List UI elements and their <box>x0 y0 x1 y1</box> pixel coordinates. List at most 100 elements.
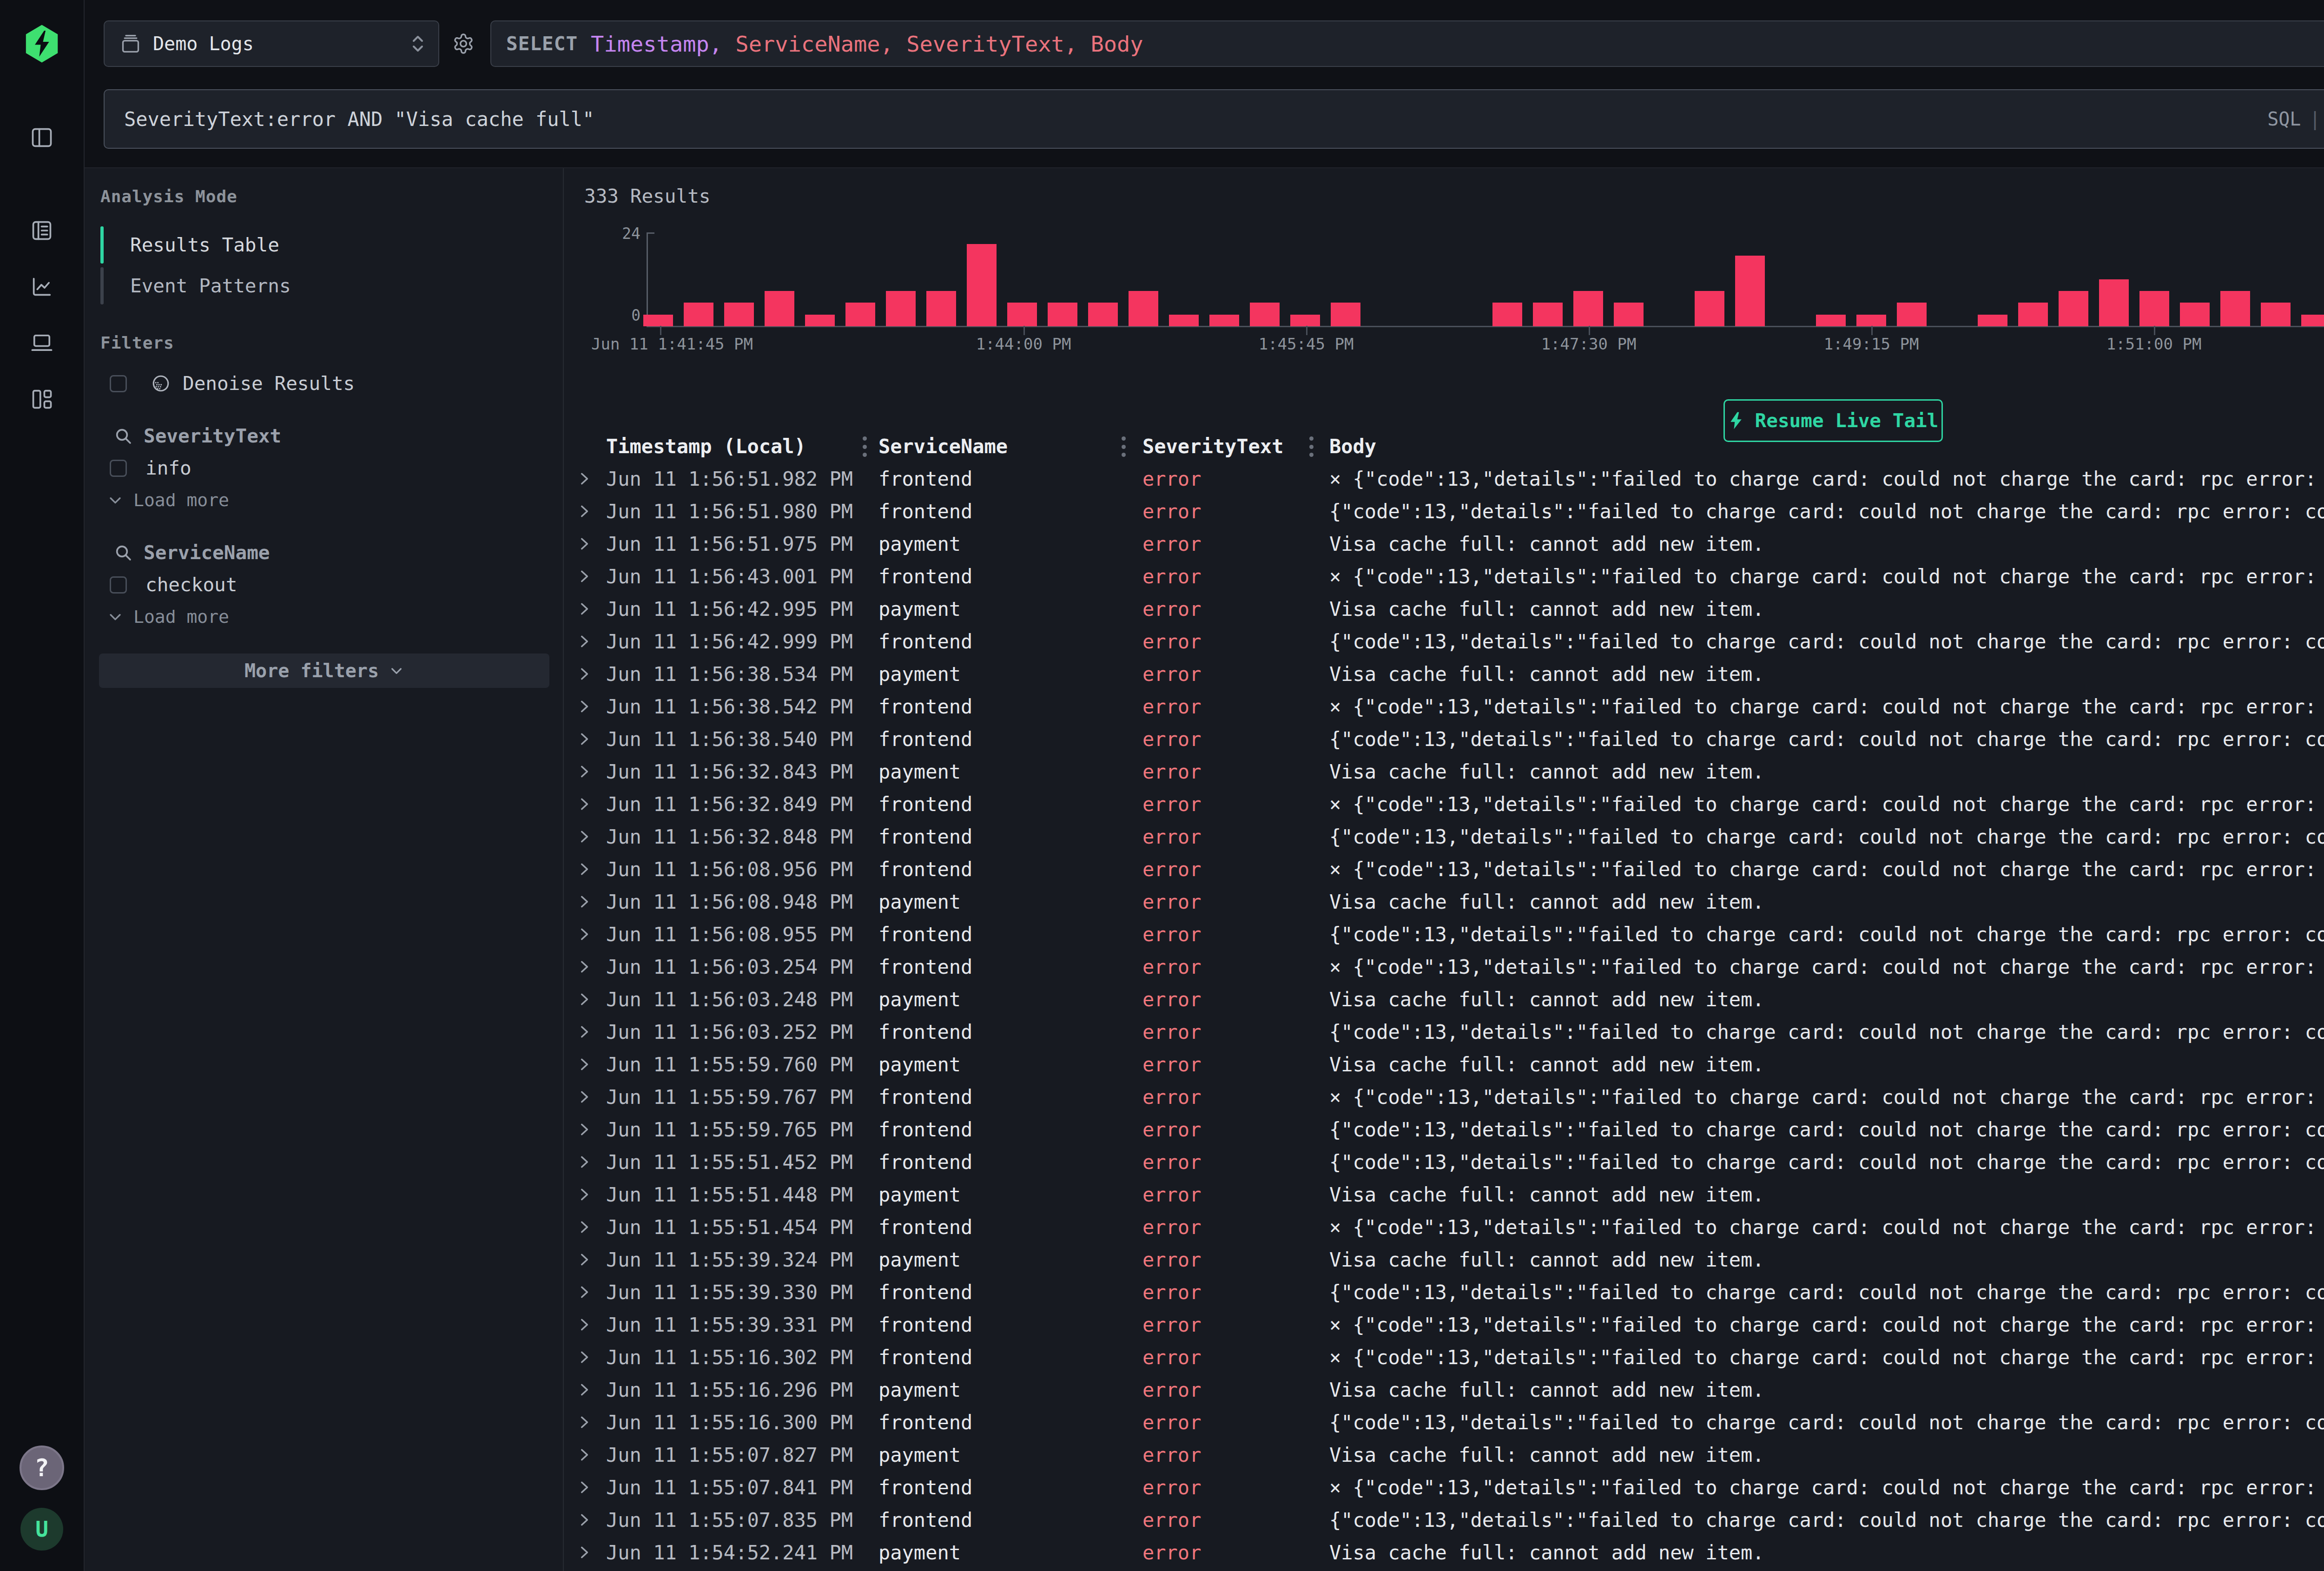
histogram-bar[interactable] <box>886 291 916 326</box>
sidebar-toggle-icon[interactable] <box>30 125 54 150</box>
column-resize-handle[interactable] <box>1121 436 1126 457</box>
column-header-body[interactable]: Body <box>1329 430 1376 462</box>
row-expand-chevron-icon[interactable] <box>578 1471 590 1504</box>
select-columns-input[interactable]: SELECT Timestamp, ServiceName, SeverityT… <box>490 20 2324 67</box>
row-expand-chevron-icon[interactable] <box>578 1113 590 1146</box>
row-expand-chevron-icon[interactable] <box>578 1341 590 1373</box>
row-expand-chevron-icon[interactable] <box>578 820 590 853</box>
histogram-bar[interactable] <box>2301 315 2324 326</box>
table-row[interactable]: Jun 11 1:56:43.001 PMfrontenderror× {"co… <box>565 560 2324 593</box>
nav-dashboards-icon[interactable] <box>30 387 54 411</box>
histogram-bar[interactable] <box>1573 291 1603 326</box>
row-expand-chevron-icon[interactable] <box>578 723 590 755</box>
row-expand-chevron-icon[interactable] <box>578 690 590 723</box>
table-row[interactable]: Jun 11 1:55:59.765 PMfrontenderror{"code… <box>565 1113 2324 1146</box>
histogram-bar[interactable] <box>1978 315 2007 326</box>
histogram-bar[interactable] <box>967 244 997 326</box>
histogram-bar[interactable] <box>2261 303 2291 326</box>
histogram-bar[interactable] <box>1290 315 1320 326</box>
table-row[interactable]: Jun 11 1:56:51.980 PMfrontenderror{"code… <box>565 495 2324 528</box>
table-row[interactable]: Jun 11 1:55:39.324 PMpaymenterrorVisa ca… <box>565 1243 2324 1276</box>
language-sql-toggle[interactable]: SQL <box>2267 108 2301 130</box>
table-row[interactable]: Jun 11 1:56:38.540 PMfrontenderror{"code… <box>565 723 2324 755</box>
row-expand-chevron-icon[interactable] <box>578 1504 590 1536</box>
table-row[interactable]: Jun 11 1:55:51.452 PMfrontenderror{"code… <box>565 1146 2324 1178</box>
row-expand-chevron-icon[interactable] <box>578 1243 590 1276</box>
histogram-bar[interactable] <box>2059 291 2088 326</box>
analysis-mode-item[interactable]: Event Patterns <box>100 267 535 304</box>
table-row[interactable]: Jun 11 1:56:42.999 PMfrontenderror{"code… <box>565 625 2324 658</box>
filter-option-checkbox[interactable] <box>110 576 127 594</box>
table-row[interactable]: Jun 11 1:56:51.975 PMpaymenterrorVisa ca… <box>565 528 2324 560</box>
column-header-severitytext[interactable]: SeverityText <box>1142 430 1283 462</box>
table-row[interactable]: Jun 11 1:56:38.542 PMfrontenderror× {"co… <box>565 690 2324 723</box>
histogram-bar[interactable] <box>1209 315 1239 326</box>
table-row[interactable]: Jun 11 1:55:39.331 PMfrontenderror× {"co… <box>565 1308 2324 1341</box>
row-expand-chevron-icon[interactable] <box>578 853 590 885</box>
histogram-bar[interactable] <box>926 291 956 326</box>
source-settings-button[interactable] <box>452 33 475 55</box>
table-row[interactable]: Jun 11 1:56:32.848 PMfrontenderror{"code… <box>565 820 2324 853</box>
row-expand-chevron-icon[interactable] <box>578 1308 590 1341</box>
row-expand-chevron-icon[interactable] <box>578 983 590 1016</box>
histogram-bar[interactable] <box>1088 303 1118 326</box>
table-row[interactable]: Jun 11 1:55:51.448 PMpaymenterrorVisa ca… <box>565 1178 2324 1211</box>
load-more-button[interactable]: Load more <box>107 492 544 508</box>
row-expand-chevron-icon[interactable] <box>578 1178 590 1211</box>
histogram-bar[interactable] <box>1533 303 1563 326</box>
table-row[interactable]: Jun 11 1:55:07.827 PMpaymenterrorVisa ca… <box>565 1439 2324 1471</box>
table-row[interactable]: Jun 11 1:56:51.982 PMfrontenderror× {"co… <box>565 462 2324 495</box>
histogram-bar[interactable] <box>1614 303 1644 326</box>
histogram-bar[interactable] <box>1169 315 1199 326</box>
filter-option-checkbox[interactable] <box>110 460 127 477</box>
table-row[interactable]: Jun 11 1:55:16.302 PMfrontenderror× {"co… <box>565 1341 2324 1373</box>
row-expand-chevron-icon[interactable] <box>578 1406 590 1439</box>
row-expand-chevron-icon[interactable] <box>578 1536 590 1569</box>
histogram-bar[interactable] <box>1735 256 1765 326</box>
table-row[interactable]: Jun 11 1:55:39.330 PMfrontenderror{"code… <box>565 1276 2324 1308</box>
nav-sessions-icon[interactable] <box>30 331 54 355</box>
column-header-timestamp[interactable]: Timestamp (Local) <box>606 430 806 462</box>
table-row[interactable]: Jun 11 1:56:42.995 PMpaymenterrorVisa ca… <box>565 593 2324 625</box>
table-row[interactable]: Jun 11 1:56:03.252 PMfrontenderror{"code… <box>565 1016 2324 1048</box>
histogram-bar[interactable] <box>1695 291 1724 326</box>
histogram-bar[interactable] <box>845 303 875 326</box>
row-expand-chevron-icon[interactable] <box>578 918 590 951</box>
table-row[interactable]: Jun 11 1:56:03.254 PMfrontenderror× {"co… <box>565 951 2324 983</box>
row-expand-chevron-icon[interactable] <box>578 951 590 983</box>
row-expand-chevron-icon[interactable] <box>578 462 590 495</box>
row-expand-chevron-icon[interactable] <box>578 1016 590 1048</box>
denoise-checkbox[interactable] <box>110 375 127 392</box>
column-resize-handle[interactable] <box>1309 436 1314 457</box>
row-expand-chevron-icon[interactable] <box>578 1081 590 1113</box>
table-row[interactable]: Jun 11 1:55:16.296 PMpaymenterrorVisa ca… <box>565 1373 2324 1406</box>
nav-chart-icon[interactable] <box>30 275 54 299</box>
histogram-bar[interactable] <box>1492 303 1522 326</box>
histogram-bar[interactable] <box>2220 291 2250 326</box>
table-row[interactable]: Jun 11 1:55:51.454 PMfrontenderror× {"co… <box>565 1211 2324 1243</box>
column-header-servicename[interactable]: ServiceName <box>878 430 1008 462</box>
row-expand-chevron-icon[interactable] <box>578 495 590 528</box>
row-expand-chevron-icon[interactable] <box>578 885 590 918</box>
row-expand-chevron-icon[interactable] <box>578 1211 590 1243</box>
histogram-bar[interactable] <box>1250 303 1280 326</box>
row-expand-chevron-icon[interactable] <box>578 788 590 820</box>
nav-search-logs-icon[interactable] <box>30 218 54 243</box>
source-select[interactable]: Demo Logs <box>104 20 439 67</box>
row-expand-chevron-icon[interactable] <box>578 755 590 788</box>
row-expand-chevron-icon[interactable] <box>578 1373 590 1406</box>
histogram-bar[interactable] <box>684 303 713 326</box>
table-row[interactable]: Jun 11 1:55:07.841 PMfrontenderror× {"co… <box>565 1471 2324 1504</box>
histogram-bar[interactable] <box>2018 303 2048 326</box>
histogram-bar[interactable] <box>1897 303 1927 326</box>
histogram-bar[interactable] <box>1129 291 1158 326</box>
row-expand-chevron-icon[interactable] <box>578 560 590 593</box>
row-expand-chevron-icon[interactable] <box>578 1146 590 1178</box>
histogram-bar[interactable] <box>2099 279 2129 326</box>
histogram-bar[interactable] <box>724 303 754 326</box>
table-row[interactable]: Jun 11 1:55:07.835 PMfrontenderror{"code… <box>565 1504 2324 1536</box>
more-filters-button[interactable]: More filters <box>99 653 549 688</box>
table-row[interactable]: Jun 11 1:56:03.248 PMpaymenterrorVisa ca… <box>565 983 2324 1016</box>
row-expand-chevron-icon[interactable] <box>578 1048 590 1081</box>
histogram-bar[interactable] <box>1007 303 1037 326</box>
